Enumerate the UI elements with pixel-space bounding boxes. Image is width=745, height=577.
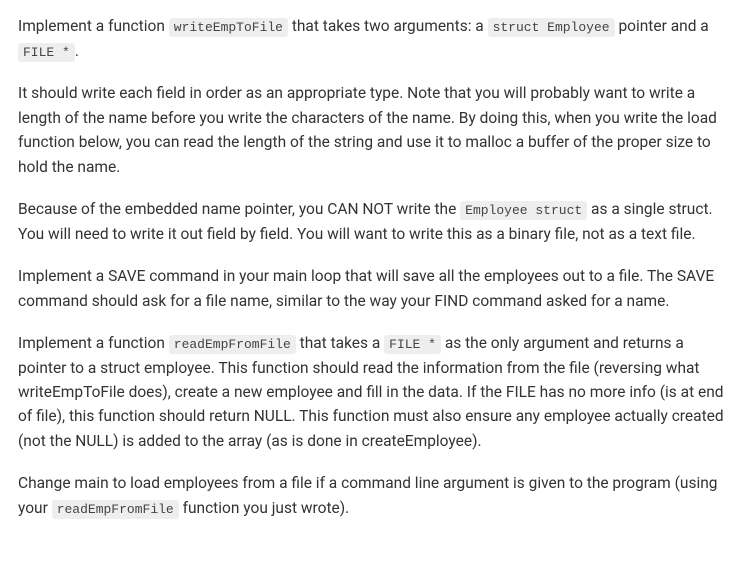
paragraph: Implement a function writeEmpToFile that… — [18, 14, 727, 63]
text-run: Implement a function — [18, 17, 169, 35]
text-run: that takes a — [296, 334, 384, 352]
inline-code: writeEmpToFile — [169, 18, 288, 37]
text-run: that takes two arguments: a — [288, 17, 488, 35]
paragraph: Because of the embedded name pointer, yo… — [18, 197, 727, 246]
paragraph: Change main to load employees from a fil… — [18, 471, 727, 520]
inline-code: readEmpFromFile — [52, 500, 179, 519]
text-run: Because of the embedded name pointer, yo… — [18, 200, 460, 218]
text-run: Implement a function — [18, 334, 169, 352]
inline-code: readEmpFromFile — [169, 335, 296, 354]
text-run: pointer and a — [615, 17, 709, 35]
inline-code: Employee struct — [460, 201, 587, 220]
inline-code: FILE * — [384, 335, 441, 354]
text-run: It should write each field in order as a… — [18, 84, 717, 175]
text-run: . — [75, 42, 79, 60]
text-run: Implement a SAVE command in your main lo… — [18, 267, 714, 309]
inline-code: FILE * — [18, 43, 75, 62]
paragraph: Implement a SAVE command in your main lo… — [18, 264, 727, 313]
paragraph: It should write each field in order as a… — [18, 81, 727, 179]
document-body: Implement a function writeEmpToFile that… — [18, 14, 727, 520]
inline-code: struct Employee — [488, 18, 615, 37]
text-run: function you just wrote). — [179, 499, 350, 517]
paragraph: Implement a function readEmpFromFile tha… — [18, 331, 727, 453]
